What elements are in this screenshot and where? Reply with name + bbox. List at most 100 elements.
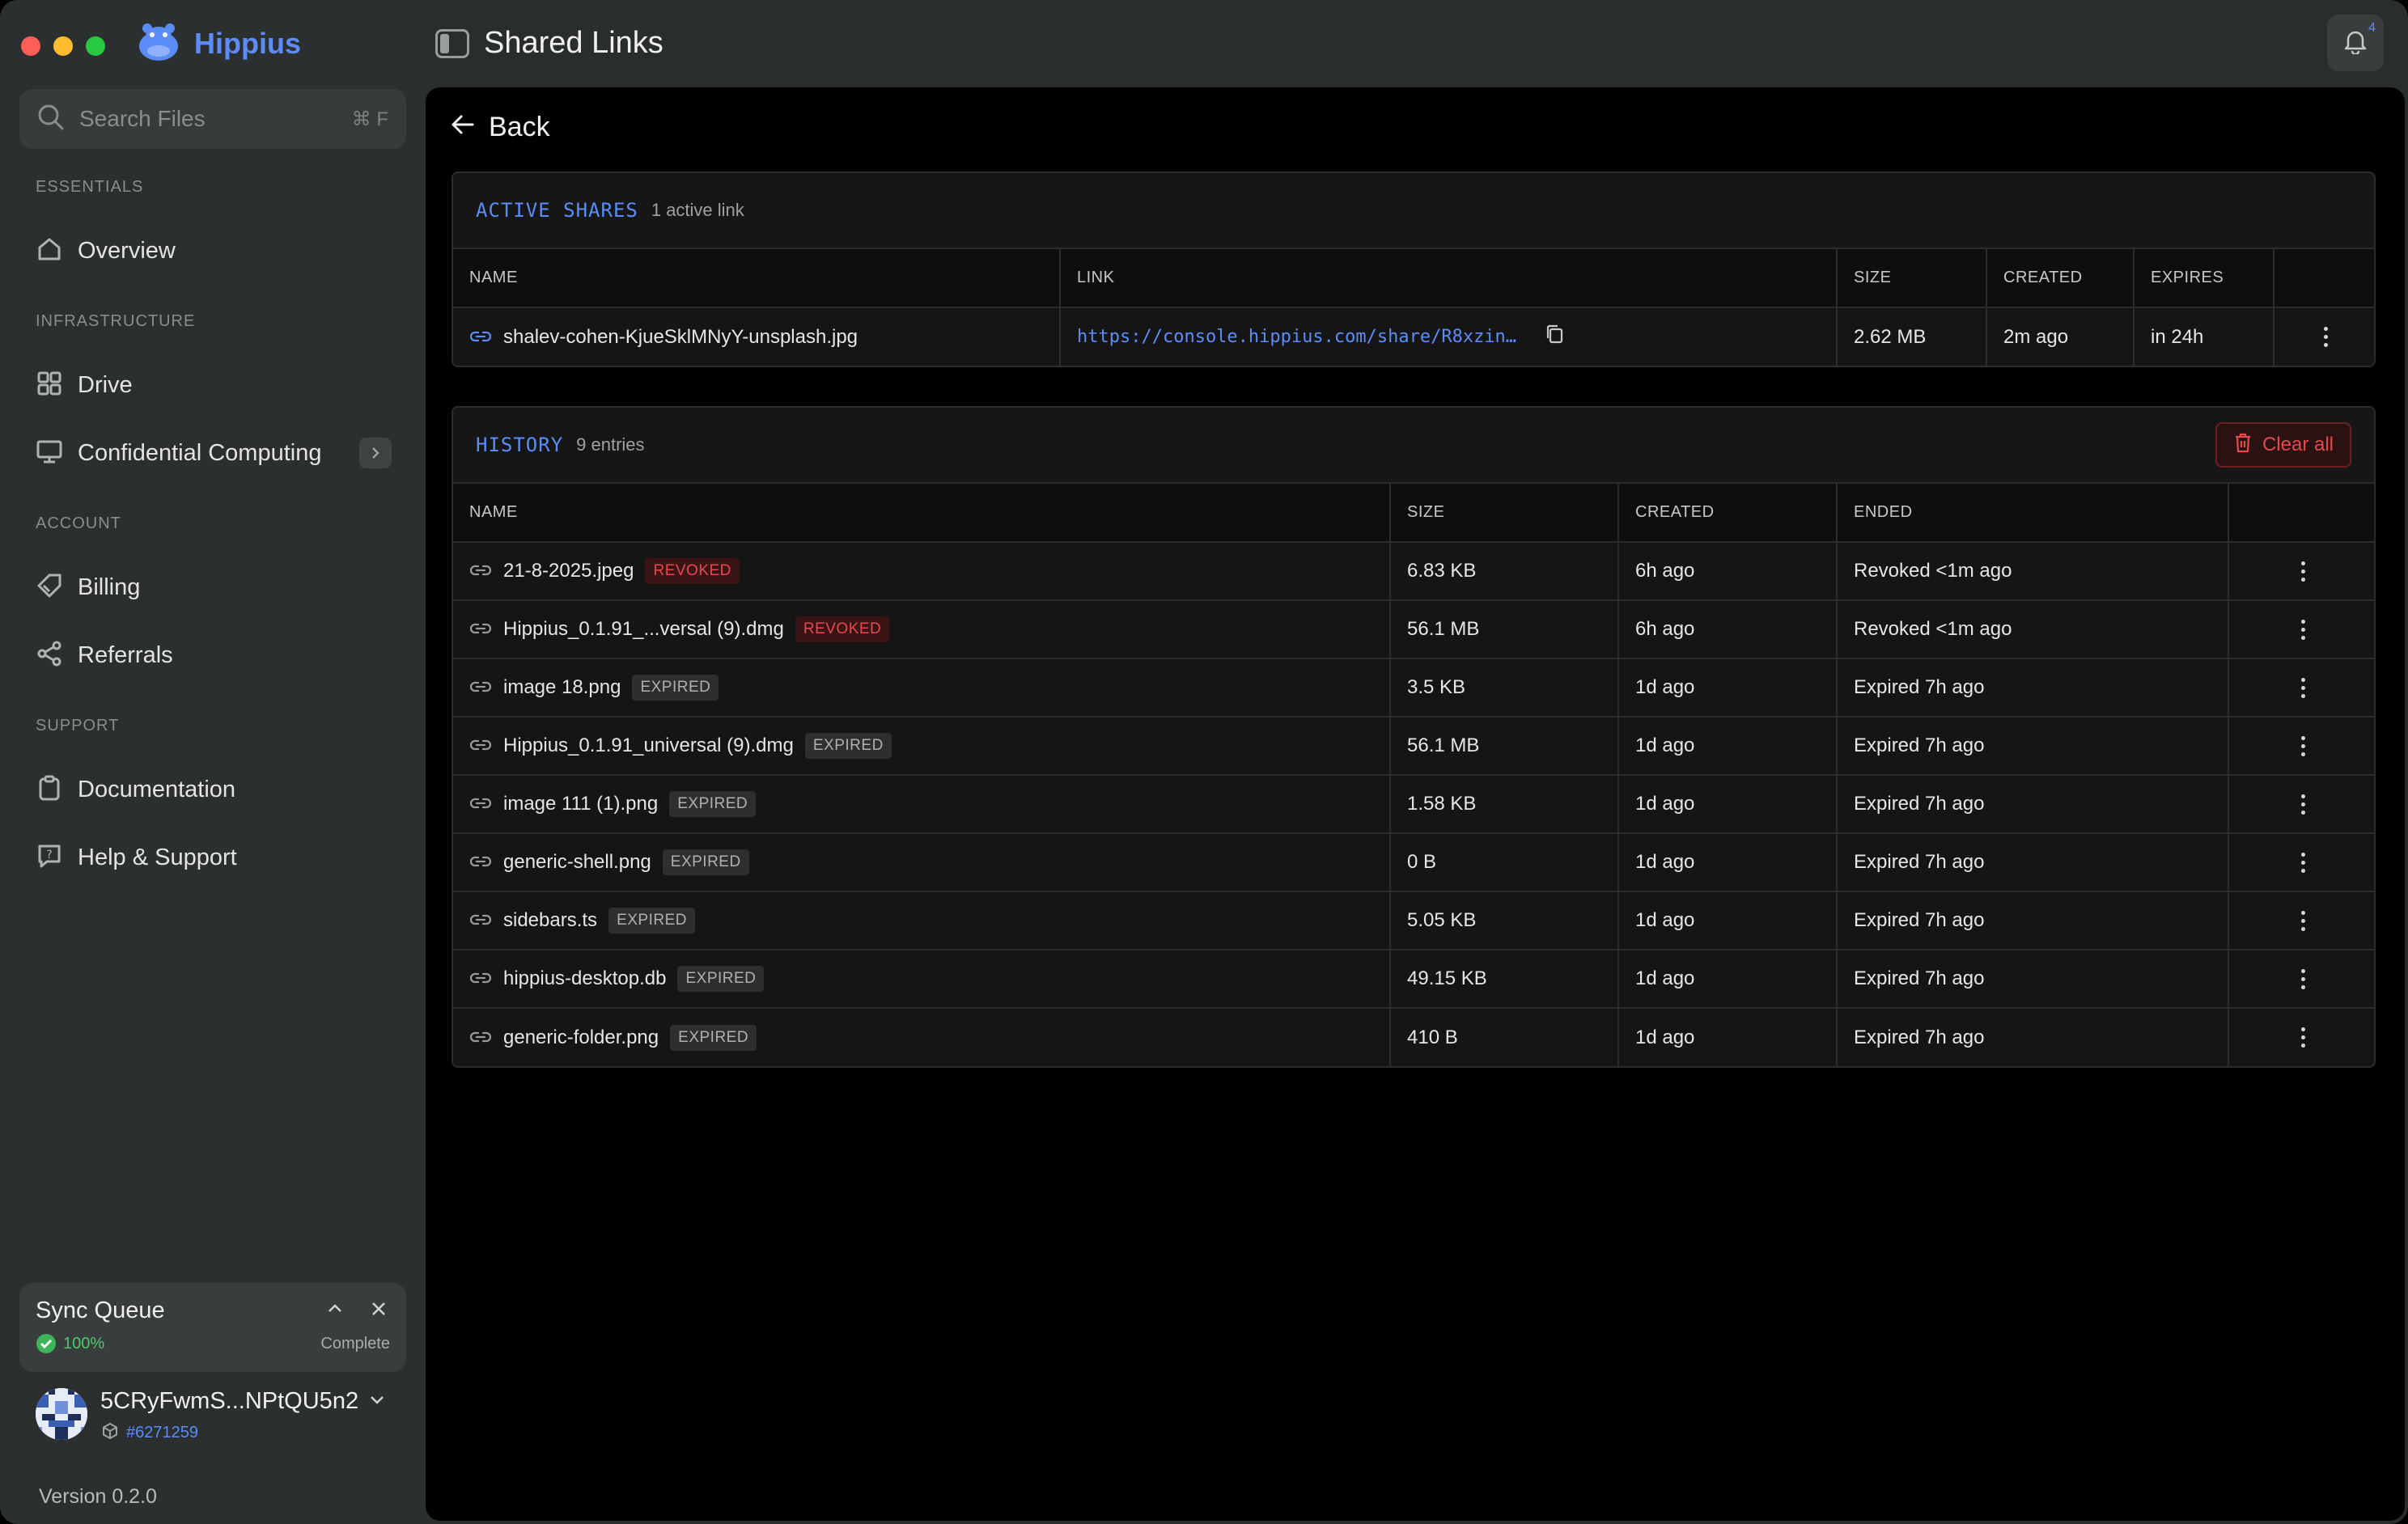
- column-header-actions: [2228, 484, 2374, 543]
- user-account-switcher[interactable]: 5CRyFwmS...NPtQU5n2 #6271259: [36, 1388, 386, 1445]
- column-header: SIZE: [1837, 249, 1987, 308]
- status-badge: EXPIRED: [677, 966, 765, 992]
- share-created: 2m ago: [1986, 307, 2135, 366]
- sidebar-item-referrals[interactable]: Referrals: [19, 626, 406, 684]
- column-header: EXPIRES: [2134, 249, 2274, 308]
- history-file-name: image 111 (1).png: [503, 793, 659, 815]
- home-icon: [36, 235, 63, 267]
- history-file-name: image 18.png: [503, 676, 621, 698]
- minimize-window-button[interactable]: [53, 36, 73, 56]
- status-badge: EXPIRED: [608, 908, 695, 933]
- history-file-name: generic-folder.png: [503, 1026, 659, 1048]
- history-ended: Revoked <1m ago: [1837, 542, 2229, 601]
- link-icon: [469, 326, 492, 349]
- history-created: 1d ago: [1618, 833, 1838, 892]
- more-options-icon[interactable]: [2229, 735, 2374, 756]
- help-icon: ?: [36, 842, 63, 874]
- history-ended: Expired 7h ago: [1837, 775, 2229, 834]
- table-row[interactable]: 21-8-2025.jpeg REVOKED 6.83 KB 6h ago Revoke…: [453, 542, 2374, 601]
- sidebar-item-documentation[interactable]: Documentation: [19, 760, 406, 819]
- table-row[interactable]: Hippius_0.1.91_universal (9).dmg EXPIRED 5…: [453, 717, 2374, 776]
- share-size: 2.62 MB: [1837, 307, 1987, 366]
- history-ended: Expired 7h ago: [1837, 833, 2229, 892]
- chevron-up-icon[interactable]: [325, 1299, 345, 1323]
- share-link[interactable]: https://console.hippius.com/share/R8xzin…: [1077, 327, 1516, 347]
- grid-icon: [36, 370, 63, 401]
- history-ended: Expired 7h ago: [1837, 717, 2229, 776]
- sidebar-item-billing[interactable]: Billing: [19, 558, 406, 616]
- more-options-icon[interactable]: [2229, 677, 2374, 698]
- table-row[interactable]: Hippius_0.1.91_...versal (9).dmg REVOKED 5…: [453, 600, 2374, 659]
- table-row[interactable]: generic-folder.png EXPIRED 410 B 1d ago Expi…: [453, 1008, 2374, 1066]
- more-options-icon[interactable]: [2229, 968, 2374, 989]
- sidebar-toggle-button[interactable]: [435, 29, 469, 58]
- history-ended: Expired 7h ago: [1837, 658, 2229, 718]
- column-header: LINK: [1060, 249, 1838, 308]
- share-icon: [36, 640, 63, 671]
- history-table: NAME SIZE CREATED ENDED 21-8-2025.jpeg RE…: [453, 484, 2374, 1066]
- link-icon: [469, 1027, 492, 1049]
- clear-all-button[interactable]: Clear all: [2215, 422, 2351, 468]
- history-created: 1d ago: [1618, 950, 1838, 1009]
- table-row[interactable]: image 18.png EXPIRED 3.5 KB 1d ago Expired 7…: [453, 658, 2374, 718]
- history-size: 410 B: [1390, 1008, 1619, 1066]
- brand[interactable]: Hippius: [134, 18, 301, 70]
- app-version: Version 0.2.0: [39, 1485, 157, 1508]
- page-title: Shared Links: [484, 26, 663, 60]
- more-options-icon[interactable]: [2229, 852, 2374, 873]
- more-options-icon[interactable]: [2229, 619, 2374, 640]
- section-label-account: ACCOUNT: [36, 514, 121, 532]
- history-title: HISTORY: [476, 434, 564, 456]
- more-options-icon[interactable]: [2229, 1027, 2374, 1048]
- sidebar-item-help-support[interactable]: ? Help & Support: [19, 828, 406, 887]
- column-header: NAME: [453, 484, 1391, 543]
- history-size: 56.1 MB: [1390, 600, 1619, 659]
- copy-icon[interactable]: [1544, 323, 1565, 351]
- sidebar-item-confidential-computing[interactable]: Confidential Computing: [19, 424, 406, 482]
- active-shares-card: ACTIVE SHARES 1 active link NAME LINK SI…: [451, 171, 2376, 367]
- active-shares-header: ACTIVE SHARES 1 active link: [453, 173, 2374, 249]
- table-row[interactable]: sidebars.ts EXPIRED 5.05 KB 1d ago Expired 7…: [453, 891, 2374, 950]
- status-badge: REVOKED: [795, 616, 890, 642]
- expand-chevron-button[interactable]: [359, 438, 392, 468]
- column-header: SIZE: [1390, 484, 1619, 543]
- active-shares-title: ACTIVE SHARES: [476, 199, 638, 222]
- notification-count: 4: [2368, 21, 2376, 35]
- back-button[interactable]: Back: [450, 112, 550, 143]
- table-row[interactable]: image 111 (1).png EXPIRED 1.58 KB 1d ago Exp…: [453, 775, 2374, 834]
- close-window-button[interactable]: [21, 36, 40, 56]
- history-file-name: sidebars.ts: [503, 909, 598, 931]
- more-options-icon[interactable]: [2229, 910, 2374, 931]
- link-icon: [469, 676, 492, 699]
- link-icon: [469, 618, 492, 641]
- sidebar-item-label: Drive: [78, 371, 133, 398]
- history-created: 1d ago: [1618, 717, 1838, 776]
- sync-percent: 100%: [63, 1335, 105, 1353]
- table-row[interactable]: shalev-cohen-KjueSklMNyY-unsplash.jpg ht…: [453, 307, 2374, 366]
- history-created: 1d ago: [1618, 775, 1838, 834]
- close-icon[interactable]: [369, 1299, 388, 1323]
- history-created: 6h ago: [1618, 542, 1838, 601]
- brand-name: Hippius: [194, 27, 301, 60]
- column-header: NAME: [453, 249, 1061, 308]
- sidebar-item-label: Referrals: [78, 641, 173, 668]
- maximize-window-button[interactable]: [86, 36, 105, 56]
- sidebar: Hippius Search Files ⌘ F ESSENTIALS Over…: [0, 0, 426, 1524]
- notifications-button[interactable]: 4: [2327, 15, 2384, 71]
- more-options-icon[interactable]: [2229, 794, 2374, 815]
- more-options-icon[interactable]: [2229, 561, 2374, 582]
- table-row[interactable]: generic-shell.png EXPIRED 0 B 1d ago Expired…: [453, 833, 2374, 892]
- window-controls: [21, 36, 105, 56]
- sync-controls: [325, 1299, 388, 1323]
- share-file-name: shalev-cohen-KjueSklMNyY-unsplash.jpg: [503, 325, 858, 348]
- sidebar-item-drive[interactable]: Drive: [19, 356, 406, 414]
- more-options-icon[interactable]: [2274, 327, 2374, 347]
- sidebar-item-overview[interactable]: Overview: [19, 222, 406, 280]
- history-ended: Expired 7h ago: [1837, 1008, 2229, 1066]
- search-input[interactable]: Search Files ⌘ F: [19, 89, 406, 149]
- history-file-name: hippius-desktop.db: [503, 967, 667, 989]
- table-row[interactable]: hippius-desktop.db EXPIRED 49.15 KB 1d ago E…: [453, 950, 2374, 1009]
- history-file-name: Hippius_0.1.91_universal (9).dmg: [503, 734, 794, 756]
- link-icon: [469, 851, 492, 874]
- check-circle-icon: [36, 1333, 57, 1358]
